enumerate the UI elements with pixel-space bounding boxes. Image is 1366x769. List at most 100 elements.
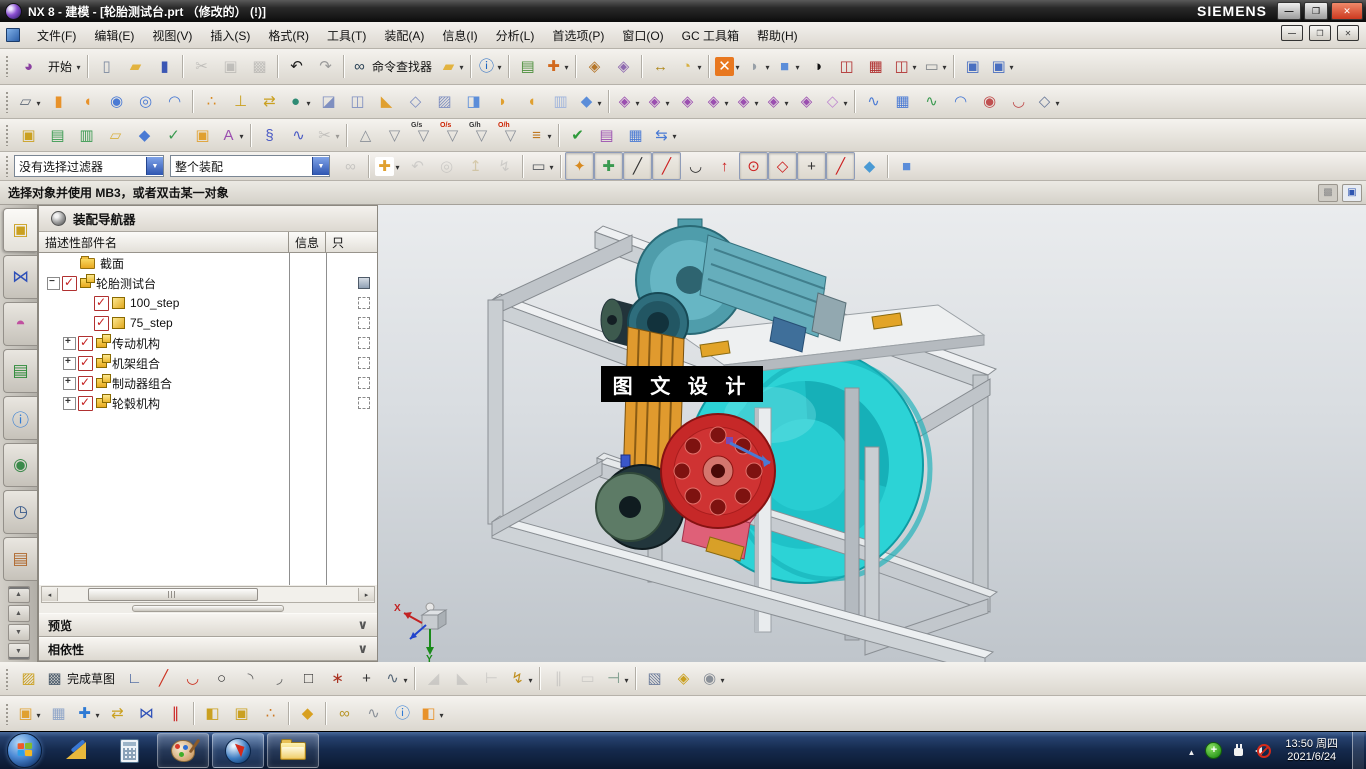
- undo-selection-button[interactable]: ↶: [403, 152, 432, 180]
- quick-trim-button[interactable]: ◢: [419, 665, 448, 693]
- fix-display-1-button[interactable]: ◫: [832, 52, 861, 80]
- weld-groove-button[interactable]: ▽: [380, 121, 409, 149]
- tree-checkbox[interactable]: [62, 275, 77, 291]
- start-button[interactable]: [7, 733, 42, 768]
- role-button[interactable]: ◈: [609, 52, 638, 80]
- hscroll-thumb[interactable]: [88, 588, 258, 601]
- split-body-button[interactable]: ◫: [343, 88, 372, 116]
- chamfer-button[interactable]: ◞: [265, 665, 294, 693]
- spring-stretch-button[interactable]: ∿: [284, 121, 313, 149]
- tab-system-materials[interactable]: ▤: [3, 537, 37, 581]
- column-header-readonly[interactable]: 只: [326, 232, 377, 252]
- patch-button[interactable]: ▨: [430, 88, 459, 116]
- curve-mesh-button[interactable]: ▦: [888, 88, 917, 116]
- text-button[interactable]: A: [217, 121, 247, 149]
- sketch-env-button[interactable]: ▨: [14, 665, 43, 693]
- toolbar-grip[interactable]: [5, 667, 10, 690]
- bridge-surface-button[interactable]: ◡: [1004, 88, 1033, 116]
- fix-display-2-button[interactable]: ▦: [861, 52, 890, 80]
- point-button[interactable]: +: [352, 665, 381, 693]
- sm-pull-face-button[interactable]: ◈: [643, 88, 673, 116]
- hscroll-right-arrow[interactable]: [358, 588, 374, 601]
- select-drag-button[interactable]: ↯: [490, 152, 519, 180]
- tree-item-frame-assembly[interactable]: 机架组合: [39, 353, 377, 373]
- tray-expand-icon[interactable]: [1187, 744, 1195, 758]
- show-desktop-button[interactable]: [1352, 732, 1364, 769]
- menu-information[interactable]: 信息(I): [433, 23, 486, 48]
- render-style-button[interactable]: ◑: [803, 52, 832, 80]
- sm-shell-button[interactable]: ◈: [732, 88, 762, 116]
- sketch-button[interactable]: ▱: [14, 88, 44, 116]
- suppress-component-button[interactable]: ▣: [227, 700, 256, 728]
- layer-settings-button[interactable]: ▤: [43, 121, 72, 149]
- sm-move-face-button[interactable]: ◈: [613, 88, 643, 116]
- measure-distance-button[interactable]: ↔: [646, 52, 675, 80]
- view-triad[interactable]: X Y: [394, 602, 448, 662]
- sheet-body-button[interactable]: ▥: [546, 88, 575, 116]
- tree-checkbox[interactable]: [94, 315, 109, 331]
- taskbar-explorer-app[interactable]: [267, 733, 319, 768]
- tree-item-drive-mechanism[interactable]: 传动机构: [39, 333, 377, 353]
- snap-point-toggle[interactable]: ✦: [565, 152, 594, 180]
- resource-scroll-down[interactable]: ▼: [7, 624, 30, 641]
- menu-gc-toolbox[interactable]: GC 工具箱: [673, 23, 748, 48]
- save-button[interactable]: ▮: [150, 52, 179, 80]
- tree-item-100-step[interactable]: 100_step: [39, 293, 377, 313]
- snap-endpoint-toggle[interactable]: ╱: [623, 152, 652, 180]
- tree-expand-toggle[interactable]: [63, 336, 76, 350]
- toolbar-grip[interactable]: [5, 55, 10, 77]
- pattern-component-button[interactable]: ∴: [256, 700, 285, 728]
- copy-button[interactable]: ▣: [216, 52, 245, 80]
- background-color-button[interactable]: ▭: [920, 52, 950, 80]
- menu-insert[interactable]: 插入(S): [201, 23, 259, 48]
- tab-reuse-library[interactable]: ▤: [3, 349, 37, 393]
- select-priority-button[interactable]: ✚: [373, 152, 403, 180]
- start-menu-button[interactable]: 开始: [43, 52, 84, 80]
- weld-list-button[interactable]: ≡: [525, 121, 555, 149]
- n-sided-surface-button[interactable]: ◉: [975, 88, 1004, 116]
- rectangle-button[interactable]: □: [294, 665, 323, 693]
- navigator-title-bar[interactable]: 装配导航器: [39, 206, 377, 232]
- taskbar-drafting-app[interactable]: [51, 734, 101, 767]
- hole-button[interactable]: ◉: [102, 88, 131, 116]
- taskbar-clock[interactable]: 13:50 周四 2021/6/24: [1285, 738, 1338, 764]
- constraints-button[interactable]: ↯: [506, 665, 536, 693]
- close-button[interactable]: [1331, 2, 1363, 20]
- preview-panel-header[interactable]: 预览: [39, 613, 377, 637]
- deselect-all-button[interactable]: ◎: [432, 152, 461, 180]
- menu-tools[interactable]: 工具(T): [318, 23, 375, 48]
- pipe-link-button[interactable]: ∿: [359, 700, 388, 728]
- tree-item-brake-assembly[interactable]: 制动器组合: [39, 373, 377, 393]
- menu-preferences[interactable]: 首选项(P): [543, 23, 613, 48]
- hscroll-left-arrow[interactable]: [42, 588, 58, 601]
- restore-button[interactable]: [1304, 2, 1328, 20]
- through-curves-button[interactable]: ∿: [859, 88, 888, 116]
- open-file-button[interactable]: ▰: [121, 52, 150, 80]
- navigator-hscrollbar[interactable]: [41, 586, 375, 603]
- tree-expand-toggle[interactable]: [47, 276, 60, 290]
- view-in-layer-button[interactable]: ▥: [72, 121, 101, 149]
- undo-button[interactable]: ↶: [282, 52, 311, 80]
- snap-center-toggle[interactable]: ⊙: [739, 152, 768, 180]
- tab-hd3d-tools[interactable]: ⓘ: [3, 396, 37, 440]
- weld-oh-button[interactable]: O/h ▽: [496, 121, 525, 149]
- find-component-button[interactable]: ▣: [14, 700, 44, 728]
- annotation-button[interactable]: ▱: [101, 121, 130, 149]
- show-dof-button[interactable]: ∥: [161, 700, 190, 728]
- sm-resize-face-button[interactable]: ◈: [762, 88, 792, 116]
- measure-angle-button[interactable]: ◔: [675, 52, 705, 80]
- interference-check-button[interactable]: ◆: [130, 121, 159, 149]
- menu-file[interactable]: 文件(F): [28, 23, 85, 48]
- selection-scope-combo[interactable]: 整个装配: [170, 155, 330, 177]
- contour-flange-button[interactable]: ◖: [517, 88, 546, 116]
- convert-reference-button[interactable]: ▧: [640, 665, 669, 693]
- panel-splitter[interactable]: [39, 604, 377, 613]
- snap-face-toggle[interactable]: ◆: [855, 152, 884, 180]
- object-info-button[interactable]: ▤: [513, 52, 542, 80]
- profile-button[interactable]: ∟: [120, 665, 149, 693]
- resource-scroll-up[interactable]: ▲: [7, 605, 30, 622]
- show-constraints-button[interactable]: ⊣: [602, 665, 632, 693]
- polygon-button[interactable]: ∗: [323, 665, 352, 693]
- selection-scope-dropdown-button[interactable]: [312, 157, 329, 175]
- minimize-button[interactable]: [1277, 2, 1301, 20]
